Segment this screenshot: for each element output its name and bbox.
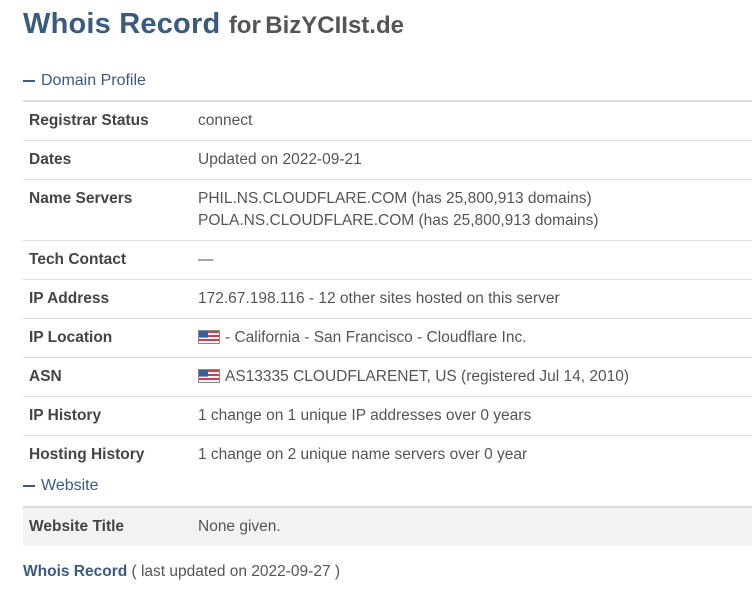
footer: Whois Record ( last updated on 2022-09-2… <box>23 563 340 581</box>
title-for: for <box>228 12 261 39</box>
row-value: 172.67.198.116 - 12 other sites hosted o… <box>198 279 752 319</box>
row-value: 1 change on 1 unique IP addresses over 0… <box>198 396 752 436</box>
table-row: Tech Contact — <box>23 240 752 280</box>
ip-location-text: - California - San Francisco - Cloudflar… <box>225 329 527 346</box>
row-value: AS13335 CLOUDFLARENET, US (registered Ju… <box>198 357 752 397</box>
website-table: Website Title None given. <box>23 506 752 546</box>
row-label: Tech Contact <box>23 240 198 280</box>
table-row: Hosting History 1 change on 2 unique nam… <box>23 435 752 474</box>
row-label: Dates <box>23 140 198 180</box>
us-flag-icon <box>198 369 220 383</box>
last-updated-note: ( last updated on 2022-09-27 ) <box>131 563 341 580</box>
row-value: None given. <box>198 506 752 546</box>
table-row: IP Address 172.67.198.116 - 12 other sit… <box>23 279 752 319</box>
row-value: — <box>198 240 752 280</box>
row-label: IP Location <box>23 318 198 358</box>
table-row: Dates Updated on 2022-09-21 <box>23 140 752 180</box>
row-label: Registrar Status <box>23 100 198 141</box>
domain-profile-table: Registrar Status connect Dates Updated o… <box>23 100 752 474</box>
table-row: Website Title None given. <box>23 506 752 546</box>
table-row: Name Servers PHIL.NS.CLOUDFLARE.COM (has… <box>23 179 752 241</box>
table-row: IP History 1 change on 1 unique IP addre… <box>23 396 752 436</box>
asn-text: AS13335 CLOUDFLARENET, US (registered Ju… <box>225 368 630 385</box>
row-label: Website Title <box>23 506 198 546</box>
row-value: - California - San Francisco - Cloudflar… <box>198 318 752 358</box>
table-row: ASN AS13335 CLOUDFLARENET, US (registere… <box>23 357 752 397</box>
whois-page: Whois Record for BizYCIIst.de Domain Pro… <box>0 0 752 591</box>
collapse-minus-icon[interactable] <box>23 485 35 487</box>
collapse-minus-icon[interactable] <box>23 80 35 82</box>
page-title: Whois Record for BizYCIIst.de <box>23 8 404 41</box>
us-flag-icon <box>198 330 220 344</box>
section-title-website: Website <box>41 477 99 494</box>
name-server-1: PHIL.NS.CLOUDFLARE.COM (has 25,800,913 d… <box>198 190 592 207</box>
row-label: Name Servers <box>23 179 198 241</box>
row-label: ASN <box>23 357 198 397</box>
title-main: Whois Record <box>23 8 221 40</box>
row-value: connect <box>198 100 752 141</box>
name-server-2: POLA.NS.CLOUDFLARE.COM (has 25,800,913 d… <box>198 212 599 229</box>
row-label: IP History <box>23 396 198 436</box>
section-toggle-website[interactable]: Website <box>23 477 99 495</box>
table-row: Registrar Status connect <box>23 100 752 141</box>
title-domain: BizYCIIst.de <box>265 12 404 39</box>
row-label: Hosting History <box>23 435 198 474</box>
row-label: IP Address <box>23 279 198 319</box>
row-value: Updated on 2022-09-21 <box>198 140 752 180</box>
section-toggle-domain-profile[interactable]: Domain Profile <box>23 72 146 90</box>
row-value: 1 change on 2 unique name servers over 0… <box>198 435 752 474</box>
whois-record-link[interactable]: Whois Record <box>23 563 127 580</box>
row-value: PHIL.NS.CLOUDFLARE.COM (has 25,800,913 d… <box>198 179 752 241</box>
section-title-domain-profile: Domain Profile <box>41 72 146 89</box>
table-row: IP Location - California - San Francisco… <box>23 318 752 358</box>
